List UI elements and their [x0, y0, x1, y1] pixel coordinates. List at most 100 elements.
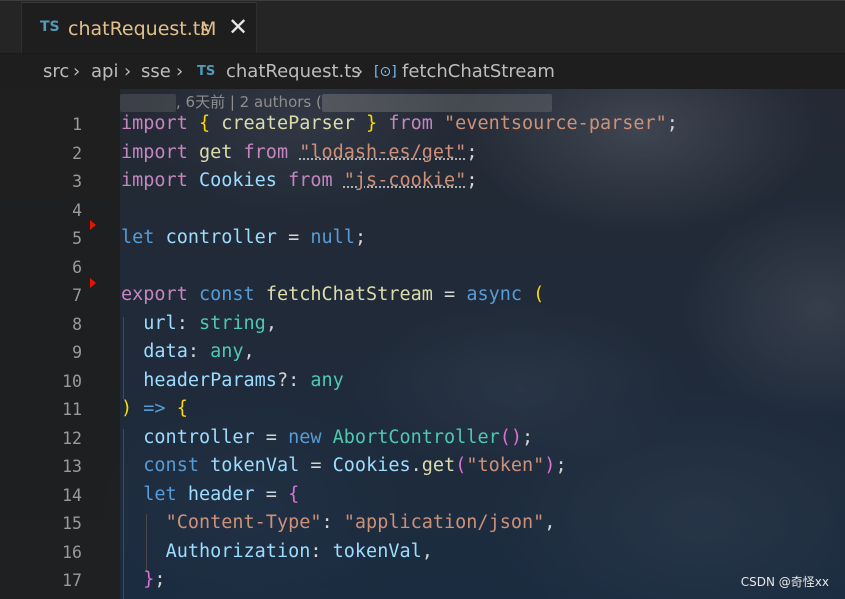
blurred-author: [120, 93, 176, 112]
line-number: 3: [72, 172, 82, 191]
token-type: any: [310, 370, 344, 391]
code-line-7[interactable]: export const fetchChatStream = async (: [121, 284, 544, 305]
token-punct: ;: [522, 427, 534, 448]
token-literal: null: [310, 227, 355, 248]
token-declaration: let: [143, 484, 177, 505]
code-line-10[interactable]: headerParams?: any: [121, 370, 344, 391]
token-declaration: let: [121, 227, 155, 248]
code-line-14[interactable]: let header = {: [121, 484, 299, 505]
token-declaration: const: [198, 284, 255, 305]
line-number: 10: [62, 372, 82, 391]
token-punct: :: [176, 313, 199, 334]
token-paren: (: [455, 455, 467, 476]
token-punct: :: [310, 541, 333, 562]
breadcrumb-item-file[interactable]: chatRequest.ts: [226, 61, 361, 82]
code-line-5[interactable]: let controller = null;: [121, 227, 366, 248]
token-string: "token": [466, 455, 545, 476]
token-string: "js-cookie": [343, 170, 467, 191]
diff-deleted-marker[interactable]: [90, 278, 96, 288]
modified-indicator: M: [200, 18, 217, 40]
token-punct: ;: [466, 170, 478, 191]
blurred-commit: [321, 93, 552, 112]
token-punct: ;: [666, 113, 678, 134]
code-line-12[interactable]: controller = new AbortController();: [121, 427, 533, 448]
watermark: CSDN @奇怪xx: [740, 575, 829, 589]
token-brace: {: [176, 398, 188, 419]
line-number: 7: [72, 286, 82, 305]
token-punct: ,: [544, 512, 556, 533]
token-operator: =: [299, 455, 333, 476]
chevron-right-icon: ›: [73, 61, 81, 82]
typescript-file-icon: TS: [197, 64, 216, 79]
code-editor[interactable]: , 6天前 | 2 authors ( 1 2 3 4 5 6 7 8 9 10…: [0, 89, 845, 599]
token-keyword: from: [388, 113, 433, 134]
token-punct: :: [187, 341, 211, 362]
token-brace: }: [366, 113, 378, 134]
breadcrumb-item-api[interactable]: api: [91, 61, 118, 82]
line-number: 8: [72, 315, 82, 334]
blame-text: , 6天前 | 2 authors (: [176, 93, 322, 111]
tab-filename: chatRequest.ts: [68, 18, 211, 40]
code-line-15[interactable]: "Content-Type": "application/json",: [121, 512, 556, 533]
token-operator: =: [254, 484, 289, 505]
code-line-3[interactable]: import Cookies from "js-cookie";: [121, 170, 477, 191]
token-punct: ?:: [276, 370, 311, 391]
token-identifier: controller: [143, 427, 255, 448]
breadcrumb-item-symbol[interactable]: fetchChatStream: [402, 61, 555, 82]
token-string: "eventsource-parser": [444, 113, 667, 134]
breadcrumb: src › api › sse › TS chatRequest.ts › [⊙…: [0, 54, 845, 89]
token-string: "Content-Type": [165, 512, 322, 533]
token-punct: ;: [154, 569, 166, 590]
breadcrumb-item-sse[interactable]: sse: [141, 61, 171, 82]
chevron-right-icon: ›: [124, 61, 132, 82]
token-punct: ;: [354, 227, 367, 248]
diff-deleted-marker[interactable]: [90, 220, 96, 230]
token-method: get: [421, 455, 456, 476]
line-number: 14: [62, 486, 82, 505]
token-operator: =: [276, 227, 311, 248]
line-number: 1: [72, 115, 82, 134]
token-keyword: async: [466, 284, 523, 305]
symbol-variable-icon: [⊙]: [374, 64, 397, 80]
token-parameter: headerParams: [143, 370, 277, 391]
code-line-2[interactable]: import get from "lodash-es/get";: [121, 142, 477, 163]
line-number: 15: [62, 514, 82, 533]
code-line-17[interactable]: };: [121, 569, 166, 590]
code-line-13[interactable]: const tokenVal = Cookies.get("token");: [121, 455, 566, 476]
token-brace: }: [143, 569, 155, 590]
code-line-11[interactable]: ) => {: [121, 398, 188, 419]
tab-chatrequest[interactable]: TS chatRequest.ts M ✕: [21, 2, 257, 53]
token-keyword: from: [243, 142, 289, 163]
token-type: any: [210, 341, 244, 362]
token-parameter: data: [143, 341, 188, 362]
breadcrumb-item-src[interactable]: src: [43, 61, 69, 82]
code-line-16[interactable]: Authorization: tokenVal,: [121, 541, 433, 562]
close-icon[interactable]: ✕: [228, 13, 248, 41]
chevron-right-icon: ›: [356, 61, 364, 82]
code-line-8[interactable]: url: string,: [121, 313, 277, 334]
token-punct: .: [410, 455, 422, 476]
code-line-9[interactable]: data: any,: [121, 341, 254, 362]
token-identifier: tokenVal: [210, 455, 300, 476]
token-identifier: Cookies: [332, 455, 411, 476]
token-keyword: import: [121, 170, 188, 191]
line-number: 6: [72, 258, 82, 277]
token-identifier: get: [198, 142, 233, 163]
token-parameter: url: [143, 313, 177, 334]
code-line-1[interactable]: import { createParser } from "eventsourc…: [121, 113, 678, 134]
token-paren: ): [121, 398, 133, 419]
tab-bar-top-border: [0, 0, 845, 1]
